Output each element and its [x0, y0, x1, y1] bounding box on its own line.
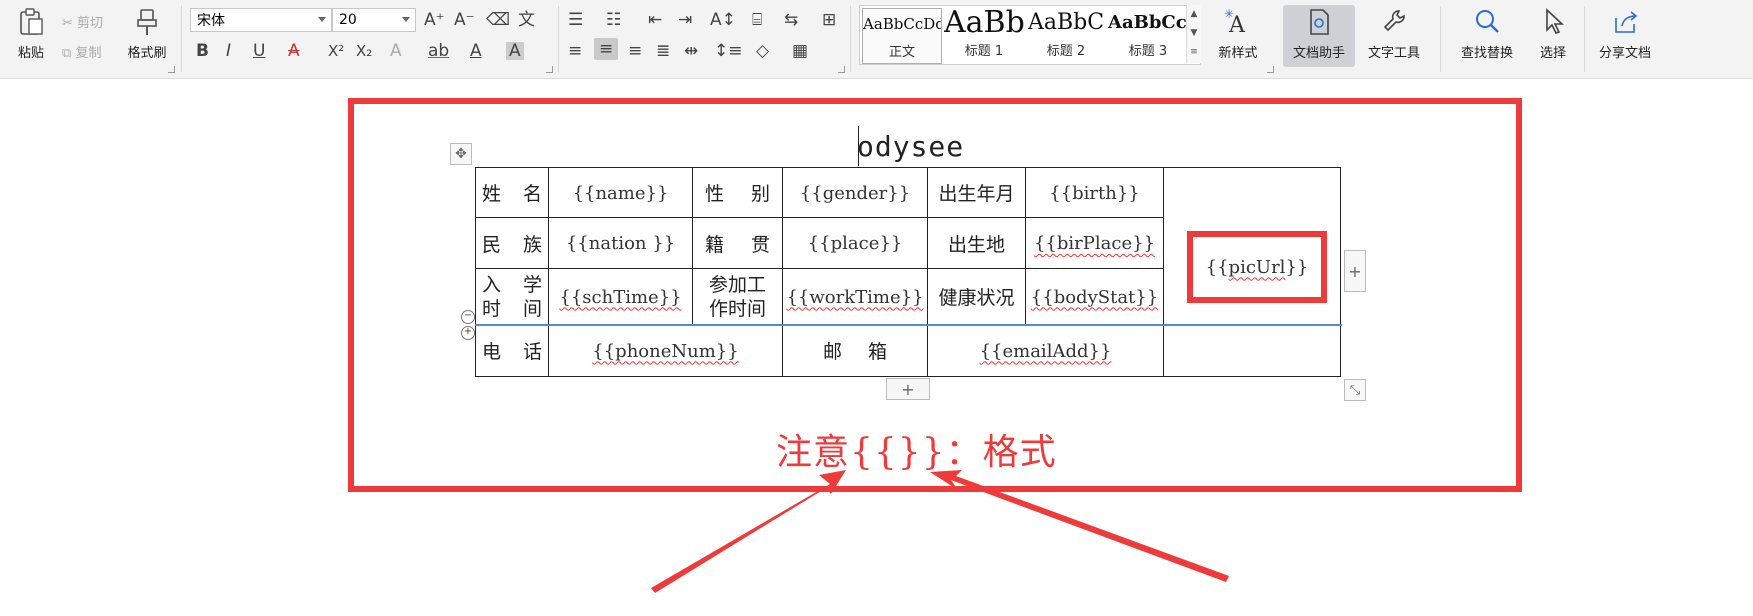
arrow-left [651, 470, 846, 593]
arrow-right [930, 470, 1229, 582]
annotation-arrows [651, 470, 1229, 593]
